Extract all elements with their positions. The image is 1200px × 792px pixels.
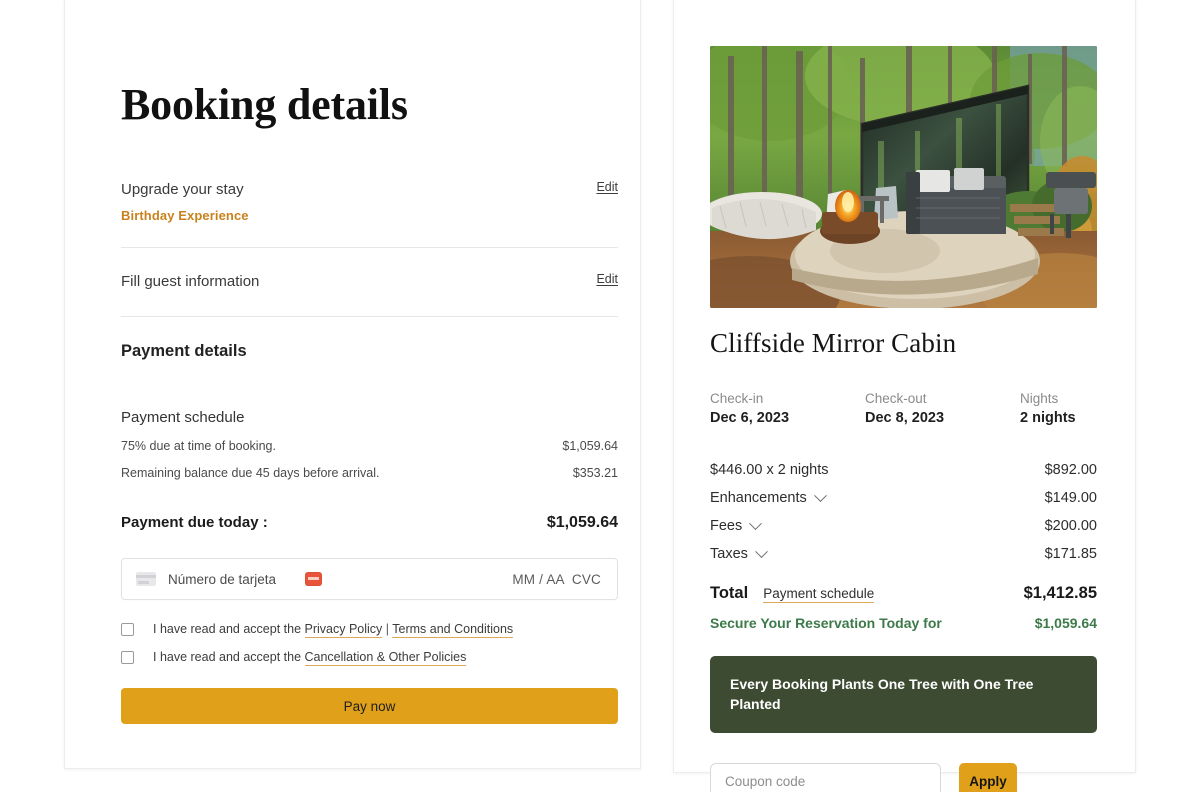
payment-due-today-amount: $1,059.64 xyxy=(546,514,618,532)
consent-separator: | xyxy=(382,622,393,637)
total-label: Total xyxy=(710,584,749,602)
checkout-block: Check-out Dec 8, 2023 xyxy=(865,391,1020,426)
secure-reservation-label: Secure Your Reservation Today for xyxy=(710,615,942,631)
booking-checkout-screen: Booking details Upgrade your stay Edit B… xyxy=(0,0,1200,792)
chevron-down-icon[interactable] xyxy=(755,544,768,558)
upgrade-your-stay-label: Upgrade your stay xyxy=(121,181,244,199)
checkout-value: Dec 8, 2023 xyxy=(865,410,945,426)
card-number-field[interactable]: Número de tarjeta MM / AA CVC xyxy=(121,558,618,601)
price-row-fees[interactable]: Fees $200.00 xyxy=(710,516,1097,534)
payment-schedule-heading: Payment schedule xyxy=(121,409,245,427)
chevron-down-icon[interactable] xyxy=(749,516,763,530)
upgrade-selected-value: Birthday Experience xyxy=(121,207,249,223)
nights-block: Nights 2 nights xyxy=(1020,391,1076,426)
price-breakdown: $446.00 x 2 nights $892.00 Enhancements … xyxy=(710,462,1097,562)
price-row-amount: $200.00 xyxy=(1044,518,1097,534)
booking-details-panel: Booking details Upgrade your stay Edit B… xyxy=(64,0,641,769)
price-row-label: Taxes xyxy=(710,546,748,562)
consent-row-terms: I have read and accept the Privacy Polic… xyxy=(121,622,618,639)
price-row-label: $446.00 x 2 nights xyxy=(710,462,829,478)
consent-text-cancellation: I have read and accept the Cancellation … xyxy=(153,650,467,667)
price-row-nightly: $446.00 x 2 nights $892.00 xyxy=(710,462,1097,478)
consent-row-cancellation: I have read and accept the Cancellation … xyxy=(121,650,618,667)
payment-schedule-row-amount: $353.21 xyxy=(572,466,618,481)
fill-guest-information-label: Fill guest information xyxy=(121,272,260,290)
chevron-down-icon[interactable] xyxy=(813,488,827,502)
edit-upgrade-link[interactable]: Edit xyxy=(596,180,618,194)
coupon-code-input[interactable] xyxy=(710,762,941,792)
checkin-block: Check-in Dec 6, 2023 xyxy=(710,391,865,426)
property-title: Cliffside Mirror Cabin xyxy=(710,328,957,358)
terms-and-conditions-link[interactable]: Terms and Conditions xyxy=(392,622,514,639)
one-tree-planted-banner: Every Booking Plants One Tree with One T… xyxy=(710,656,1097,733)
card-brand-badge-icon xyxy=(305,572,323,587)
price-row-taxes[interactable]: Taxes $171.85 xyxy=(710,544,1097,562)
payment-schedule-row: Remaining balance due 45 days before arr… xyxy=(121,466,618,480)
apply-coupon-button[interactable]: Apply xyxy=(959,762,1017,792)
consent-prefix-terms: I have read and accept the xyxy=(153,622,305,637)
checkout-label: Check-out xyxy=(865,391,927,406)
price-row-amount: $892.00 xyxy=(1044,462,1097,478)
page-title: Booking details xyxy=(121,80,408,129)
upgrade-your-stay-section: Upgrade your stay Edit Birthday Experien… xyxy=(121,180,618,248)
privacy-policy-link[interactable]: Privacy Policy xyxy=(304,622,383,639)
edit-guest-information-link[interactable]: Edit xyxy=(596,272,618,286)
divider xyxy=(121,316,618,318)
payment-due-today-label: Payment due today : xyxy=(121,514,268,532)
price-row-amount: $149.00 xyxy=(1044,490,1097,506)
total-amount: $1,412.85 xyxy=(1023,584,1097,602)
payment-details-heading: Payment details xyxy=(121,342,247,361)
cancellation-other-policies-link[interactable]: Cancellation & Other Policies xyxy=(304,650,467,667)
booking-summary-panel: Cliffside Mirror Cabin Check-in Dec 6, 2… xyxy=(673,0,1136,792)
price-row-enhancements[interactable]: Enhancements $149.00 xyxy=(710,488,1097,506)
secure-reservation-row: Secure Your Reservation Today for $1,059… xyxy=(710,615,1097,631)
total-row: Total Payment schedule $1,412.85 xyxy=(710,584,1097,603)
consent-prefix-cancellation: I have read and accept the xyxy=(153,650,305,665)
secure-reservation-amount: $1,059.64 xyxy=(1034,615,1097,631)
card-expiry-cvc-placeholder: MM / AA CVC xyxy=(512,571,601,587)
divider xyxy=(121,246,618,248)
pay-now-button[interactable]: Pay now xyxy=(121,688,618,725)
price-row-label: Enhancements xyxy=(710,490,807,506)
coupon-section: Apply xyxy=(710,762,1097,792)
price-row-label: Fees xyxy=(710,518,743,534)
guest-information-section: Fill guest information Edit xyxy=(121,272,618,318)
credit-card-icon xyxy=(136,572,156,587)
payment-schedule-row-label: Remaining balance due 45 days before arr… xyxy=(121,466,380,481)
payment-due-today-row: Payment due today : $1,059.64 xyxy=(121,514,618,532)
cancellation-policies-checkbox[interactable] xyxy=(121,650,134,664)
payment-schedule-row-label: 75% due at time of booking. xyxy=(121,439,276,454)
checkin-value: Dec 6, 2023 xyxy=(710,410,790,426)
checkin-label: Check-in xyxy=(710,391,764,406)
nights-value: 2 nights xyxy=(1020,410,1076,426)
payment-schedule-row: 75% due at time of booking. $1,059.64 xyxy=(121,439,618,453)
stay-dates: Check-in Dec 6, 2023 Check-out Dec 8, 20… xyxy=(710,391,1097,426)
consent-text-terms: I have read and accept the Privacy Polic… xyxy=(153,622,514,639)
payment-schedule-link[interactable]: Payment schedule xyxy=(763,586,875,603)
payment-schedule-row-amount: $1,059.64 xyxy=(562,439,618,454)
price-row-amount: $171.85 xyxy=(1044,546,1097,562)
privacy-terms-checkbox[interactable] xyxy=(121,622,134,636)
nights-label: Nights xyxy=(1020,391,1059,406)
cliffside-mirror-cabin-photo xyxy=(710,46,1097,308)
card-number-placeholder: Número de tarjeta xyxy=(168,571,277,587)
